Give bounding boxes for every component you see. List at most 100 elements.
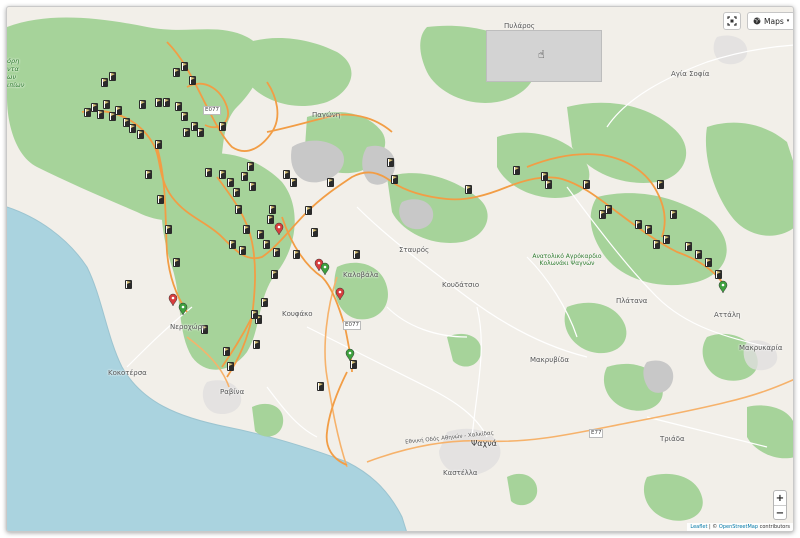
flag-marker-icon[interactable] bbox=[387, 158, 394, 167]
flag-marker-icon[interactable] bbox=[223, 347, 230, 356]
leaflet-link[interactable]: Leaflet bbox=[690, 524, 707, 530]
flag-marker-icon[interactable] bbox=[227, 178, 234, 187]
map-pin-icon[interactable] bbox=[320, 262, 330, 276]
flag-marker-icon[interactable] bbox=[163, 98, 170, 107]
flag-marker-icon[interactable] bbox=[197, 128, 204, 137]
flag-marker-icon[interactable] bbox=[109, 72, 116, 81]
flag-marker-icon[interactable] bbox=[125, 280, 132, 289]
flag-marker-icon[interactable] bbox=[173, 68, 180, 77]
flag-marker-icon[interactable] bbox=[123, 118, 130, 127]
flag-marker-icon[interactable] bbox=[205, 168, 212, 177]
flag-marker-icon[interactable] bbox=[235, 205, 242, 214]
flag-marker-icon[interactable] bbox=[273, 248, 280, 257]
place-label: Τριάδα bbox=[660, 435, 685, 443]
layer-button-label: Maps bbox=[764, 16, 784, 26]
flag-marker-icon[interactable] bbox=[305, 206, 312, 215]
map-canvas[interactable] bbox=[7, 7, 794, 532]
flag-marker-icon[interactable] bbox=[269, 205, 276, 214]
flag-marker-icon[interactable] bbox=[91, 103, 98, 112]
flag-marker-icon[interactable] bbox=[267, 215, 274, 224]
flag-marker-icon[interactable] bbox=[670, 210, 677, 219]
flag-marker-icon[interactable] bbox=[241, 172, 248, 181]
flag-marker-icon[interactable] bbox=[145, 170, 152, 179]
flag-marker-icon[interactable] bbox=[465, 185, 472, 194]
flag-marker-icon[interactable] bbox=[635, 220, 642, 229]
flag-marker-icon[interactable] bbox=[545, 180, 552, 189]
place-label: Ραβίνα bbox=[220, 388, 245, 396]
flag-marker-icon[interactable] bbox=[327, 178, 334, 187]
map-layer-button[interactable]: Maps ▾ bbox=[747, 12, 793, 30]
place-label: Καλοβάλα bbox=[343, 271, 379, 279]
flag-marker-icon[interactable] bbox=[189, 76, 196, 85]
flag-marker-icon[interactable] bbox=[391, 175, 398, 184]
place-label: Ψαχνά bbox=[471, 439, 497, 448]
flag-marker-icon[interactable] bbox=[219, 122, 226, 131]
flag-marker-icon[interactable] bbox=[350, 360, 357, 369]
flag-marker-icon[interactable] bbox=[157, 195, 164, 204]
flag-marker-icon[interactable] bbox=[317, 382, 324, 391]
flag-marker-icon[interactable] bbox=[353, 250, 360, 259]
flag-marker-icon[interactable] bbox=[599, 210, 606, 219]
zoom-out-button[interactable]: − bbox=[774, 506, 786, 519]
flag-marker-icon[interactable] bbox=[97, 110, 104, 119]
flag-marker-icon[interactable] bbox=[657, 180, 664, 189]
flag-marker-icon[interactable] bbox=[183, 128, 190, 137]
flag-marker-icon[interactable] bbox=[645, 225, 652, 234]
flag-marker-icon[interactable] bbox=[233, 188, 240, 197]
place-label: Παγώνη bbox=[312, 111, 341, 119]
flag-marker-icon[interactable] bbox=[243, 225, 250, 234]
flag-marker-icon[interactable] bbox=[239, 246, 246, 255]
flag-marker-icon[interactable] bbox=[715, 270, 722, 279]
flag-marker-icon[interactable] bbox=[101, 78, 108, 87]
flag-marker-icon[interactable] bbox=[261, 298, 268, 307]
flag-marker-icon[interactable] bbox=[165, 225, 172, 234]
map-pin-icon[interactable] bbox=[168, 293, 178, 307]
flag-marker-icon[interactable] bbox=[109, 112, 116, 121]
flag-marker-icon[interactable] bbox=[155, 98, 162, 107]
flag-marker-icon[interactable] bbox=[290, 178, 297, 187]
flag-marker-icon[interactable] bbox=[129, 124, 136, 133]
flag-marker-icon[interactable] bbox=[271, 270, 278, 279]
flag-marker-icon[interactable] bbox=[181, 62, 188, 71]
flag-marker-icon[interactable] bbox=[249, 182, 256, 191]
flag-marker-icon[interactable] bbox=[583, 180, 590, 189]
flag-marker-icon[interactable] bbox=[181, 112, 188, 121]
map-pin-icon[interactable] bbox=[345, 348, 355, 362]
flag-marker-icon[interactable] bbox=[247, 162, 254, 171]
flag-marker-icon[interactable] bbox=[695, 250, 702, 259]
flag-marker-icon[interactable] bbox=[685, 242, 692, 251]
flag-marker-icon[interactable] bbox=[103, 100, 110, 109]
flag-marker-icon[interactable] bbox=[139, 100, 146, 109]
zoom-in-button[interactable]: + bbox=[774, 491, 786, 506]
osm-link[interactable]: OpenStreetMap bbox=[719, 524, 758, 530]
flag-marker-icon[interactable] bbox=[663, 235, 670, 244]
flag-marker-icon[interactable] bbox=[283, 170, 290, 179]
flag-marker-icon[interactable] bbox=[155, 140, 162, 149]
flag-marker-icon[interactable] bbox=[293, 250, 300, 259]
map-pin-icon[interactable] bbox=[718, 280, 728, 294]
flag-marker-icon[interactable] bbox=[653, 240, 660, 249]
flag-marker-icon[interactable] bbox=[513, 166, 520, 175]
place-label: Ανατολικό Αγρόκαρδιο Κολωνάκι Ψαγνών bbox=[532, 253, 602, 267]
flag-marker-icon[interactable] bbox=[253, 340, 260, 349]
flag-marker-icon[interactable] bbox=[84, 108, 91, 117]
flag-marker-icon[interactable] bbox=[115, 106, 122, 115]
flag-marker-icon[interactable] bbox=[227, 362, 234, 371]
flag-marker-icon[interactable] bbox=[191, 122, 198, 131]
place-label: Πλάτανα bbox=[616, 297, 648, 305]
flag-marker-icon[interactable] bbox=[137, 130, 144, 139]
flag-marker-icon[interactable] bbox=[175, 102, 182, 111]
flag-marker-icon[interactable] bbox=[311, 228, 318, 237]
fullscreen-button[interactable] bbox=[723, 12, 741, 30]
flag-marker-icon[interactable] bbox=[605, 205, 612, 214]
flag-marker-icon[interactable] bbox=[541, 172, 548, 181]
flag-marker-icon[interactable] bbox=[219, 170, 226, 179]
flag-marker-icon[interactable] bbox=[173, 258, 180, 267]
flag-marker-icon[interactable] bbox=[705, 258, 712, 267]
flag-marker-icon[interactable] bbox=[251, 310, 258, 319]
flag-marker-icon[interactable] bbox=[263, 240, 270, 249]
road-label: Ε77 bbox=[589, 429, 604, 438]
flag-marker-icon[interactable] bbox=[257, 230, 264, 239]
map-viewport[interactable]: Πυλάρος Αγία Σοφία Παγώνη Σταυρός Καλοβά… bbox=[6, 6, 794, 532]
flag-marker-icon[interactable] bbox=[229, 240, 236, 249]
